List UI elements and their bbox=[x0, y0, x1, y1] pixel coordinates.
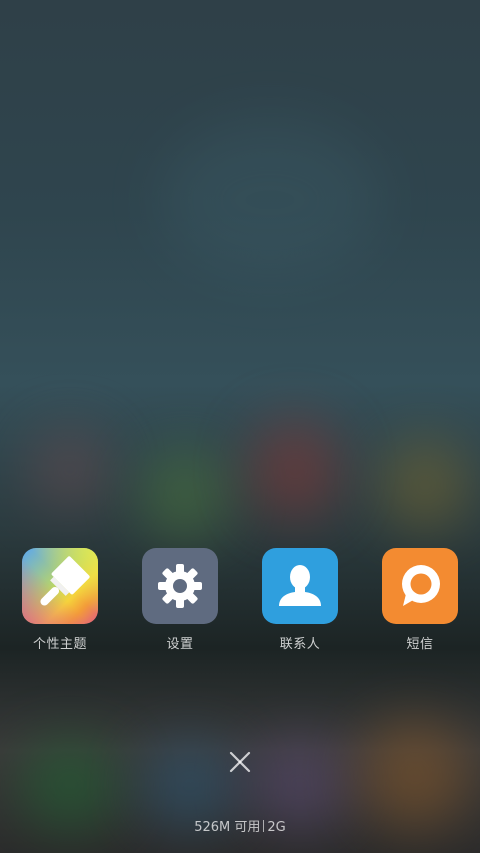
recent-app-themes[interactable]: 个性主题 bbox=[5, 548, 115, 652]
close-icon bbox=[229, 751, 251, 773]
paintbrush-icon bbox=[40, 556, 90, 606]
person-icon bbox=[279, 565, 321, 606]
app-label: 联系人 bbox=[279, 637, 321, 652]
app-label: 设置 bbox=[166, 637, 194, 652]
contacts-app-icon[interactable] bbox=[262, 548, 338, 624]
settings-app-icon[interactable] bbox=[142, 548, 218, 624]
memory-status: 526M 可用 2G bbox=[0, 816, 480, 835]
memory-total: 2G bbox=[267, 820, 286, 835]
memory-divider bbox=[263, 820, 265, 832]
messages-app-icon[interactable] bbox=[382, 548, 458, 624]
recent-apps-row: 个性主题 设置 联系人 短信 bbox=[0, 548, 480, 658]
recent-app-contacts[interactable]: 联系人 bbox=[245, 548, 355, 652]
recent-app-messages[interactable]: 短信 bbox=[365, 548, 475, 652]
recent-apps-screen: 个性主题 设置 联系人 短信 526M 可用 2G bbox=[0, 0, 480, 853]
blurred-home-background bbox=[0, 0, 480, 853]
clear-recents-button[interactable] bbox=[220, 742, 260, 782]
gear-icon bbox=[158, 564, 202, 608]
recent-app-settings[interactable]: 设置 bbox=[125, 548, 235, 652]
memory-available: 526M 可用 bbox=[194, 820, 261, 835]
themes-app-icon[interactable] bbox=[22, 548, 98, 624]
app-label: 短信 bbox=[406, 637, 434, 652]
chat-bubble-icon bbox=[402, 565, 440, 606]
app-label: 个性主题 bbox=[32, 637, 87, 652]
